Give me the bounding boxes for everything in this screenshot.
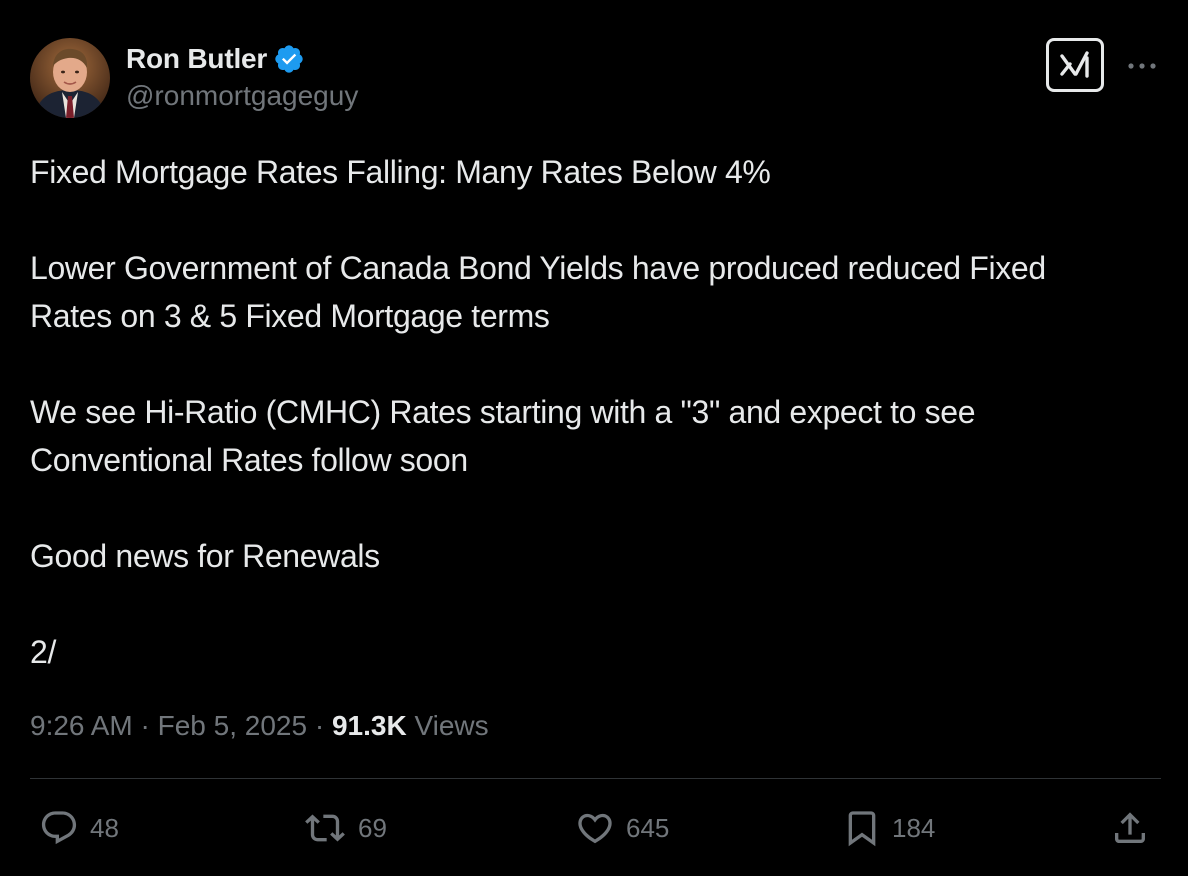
repost-button[interactable]: 69 xyxy=(302,808,387,848)
author-display-name[interactable]: Ron Butler xyxy=(126,43,267,75)
share-icon xyxy=(1115,812,1145,843)
reply-icon xyxy=(41,811,77,845)
meta-separator: · xyxy=(314,710,325,741)
more-icon xyxy=(1128,63,1156,69)
verified-badge-icon[interactable] xyxy=(273,43,305,75)
bookmark-count: 184 xyxy=(892,812,936,843)
tweet-time[interactable]: 9:26 AM xyxy=(30,710,133,741)
tweet-card: Ron Butler @ronmortgageguy Fixed Mortgag… xyxy=(0,0,1188,876)
author-handle[interactable]: @ronmortgageguy xyxy=(126,80,358,112)
like-button[interactable]: 645 xyxy=(574,808,669,848)
like-count: 645 xyxy=(626,812,670,843)
bookmark-icon xyxy=(848,811,876,847)
grok-icon xyxy=(1060,51,1089,78)
repost-count: 69 xyxy=(358,812,387,843)
more-button[interactable] xyxy=(1124,48,1160,84)
reply-button[interactable]: 48 xyxy=(38,808,119,848)
heart-icon xyxy=(578,813,612,844)
bookmark-button[interactable]: 184 xyxy=(842,808,935,848)
share-button[interactable] xyxy=(1110,808,1150,848)
tweet-paragraph: We see Hi-Ratio (CMHC) Rates starting wi… xyxy=(30,394,976,478)
tweet-text: Fixed Mortgage Rates Falling: Many Rates… xyxy=(30,148,1165,676)
profile-photo xyxy=(30,38,110,118)
author-name-row: Ron Butler xyxy=(126,40,305,78)
views-label: Views xyxy=(414,710,489,741)
avatar[interactable] xyxy=(30,38,110,118)
tweet-meta: 9:26 AM · Feb 5, 2025 · 91.3K Views xyxy=(30,706,489,746)
divider xyxy=(30,778,1161,779)
repost-icon xyxy=(305,814,345,842)
tweet-paragraph: Lower Government of Canada Bond Yields h… xyxy=(30,250,1046,334)
views-count[interactable]: 91.3K xyxy=(332,710,407,741)
tweet-date[interactable]: Feb 5, 2025 xyxy=(158,710,307,741)
tweet-paragraph: Fixed Mortgage Rates Falling: Many Rates… xyxy=(30,154,771,190)
reply-count: 48 xyxy=(90,812,119,843)
meta-separator: · xyxy=(140,710,150,741)
tweet-paragraph: Good news for Renewals xyxy=(30,538,380,574)
grok-button[interactable] xyxy=(1046,38,1104,92)
tweet-paragraph: 2/ xyxy=(30,634,56,670)
